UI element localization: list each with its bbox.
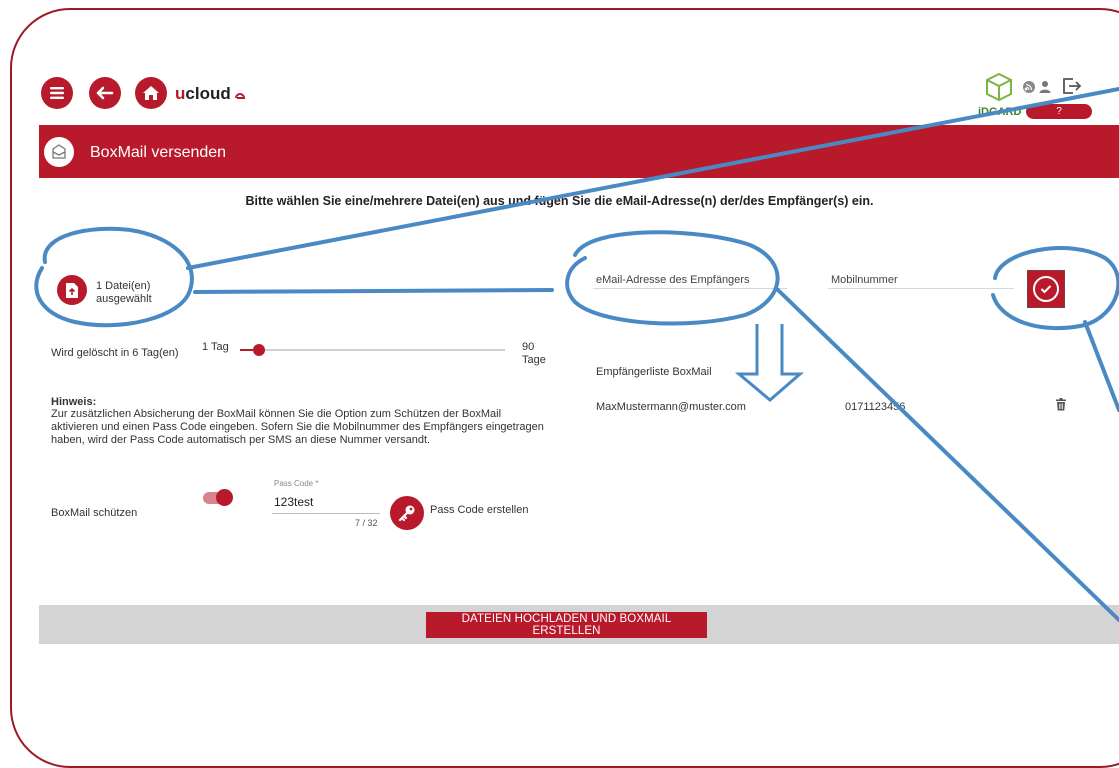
slider-max-value: 90 bbox=[522, 341, 535, 353]
boxmail-icon bbox=[44, 137, 74, 167]
back-button[interactable] bbox=[89, 77, 121, 109]
screenshot-frame bbox=[10, 8, 1119, 768]
idgard-cube-icon bbox=[986, 72, 1012, 102]
hint-line-2: aktivieren und einen Pass Code eingeben.… bbox=[51, 421, 544, 433]
passcode-counter: 7 / 32 bbox=[355, 518, 378, 528]
add-recipient-button[interactable] bbox=[1027, 270, 1065, 308]
upload-file-icon bbox=[66, 282, 78, 298]
mobile-input[interactable]: Mobilnummer bbox=[831, 274, 898, 286]
rss-icon[interactable] bbox=[1022, 80, 1036, 94]
page-title: BoxMail versenden bbox=[90, 144, 227, 161]
key-icon bbox=[398, 505, 415, 522]
slider-min-label: 1 Tag bbox=[202, 341, 229, 353]
passcode-input[interactable]: 123test bbox=[274, 495, 313, 509]
menu-button[interactable] bbox=[41, 77, 73, 109]
ucloud-logo: ucloud bbox=[175, 84, 247, 104]
home-button[interactable] bbox=[135, 77, 167, 109]
upload-status-line2: ausgewählt bbox=[96, 293, 152, 305]
hint-title: Hinweis: bbox=[51, 396, 97, 408]
recipient-list-title: Empfängerliste BoxMail bbox=[596, 366, 712, 378]
passcode-label: Pass Code * bbox=[274, 479, 319, 488]
cloud-logo-icon bbox=[234, 93, 245, 99]
email-input[interactable]: eMail-Adresse des Empfängers bbox=[596, 274, 749, 286]
deletion-slider-track[interactable] bbox=[240, 349, 505, 351]
upload-status-line1: 1 Datei(en) bbox=[96, 280, 151, 292]
user-time-badge: ? bbox=[1026, 104, 1092, 119]
create-passcode-button[interactable] bbox=[390, 496, 424, 530]
deletion-slider-thumb[interactable] bbox=[253, 344, 265, 356]
recipient-mobile: 0171123456 bbox=[845, 401, 906, 413]
passcode-underline bbox=[272, 513, 380, 514]
email-underline bbox=[593, 288, 787, 289]
logout-icon[interactable] bbox=[1062, 77, 1082, 95]
hint-line-3: haben, wird der Pass Code automatisch pe… bbox=[51, 434, 431, 446]
check-icon bbox=[1040, 285, 1052, 294]
protect-label: BoxMail schützen bbox=[51, 507, 138, 519]
hint-line-1: Zur zusätzlichen Absicherung der BoxMail… bbox=[51, 408, 502, 420]
back-arrow-icon bbox=[96, 86, 114, 100]
deletion-label: Wird gelöscht in 6 Tag(en) bbox=[51, 347, 179, 359]
protect-toggle-thumb[interactable] bbox=[216, 489, 233, 506]
trash-icon[interactable] bbox=[1055, 398, 1067, 411]
menu-icon bbox=[50, 87, 64, 99]
upload-and-create-button[interactable]: DATEIEN HOCHLADEN UND BOXMAIL ERSTELLEN bbox=[426, 612, 707, 638]
upload-file-button[interactable] bbox=[57, 275, 87, 305]
instruction-text: Bitte wählen Sie eine/mehrere Datei(en) … bbox=[245, 194, 874, 208]
home-icon bbox=[143, 86, 159, 100]
idgard-brand: iDGARD bbox=[978, 106, 1022, 118]
mobile-underline bbox=[828, 288, 1014, 289]
user-icon[interactable] bbox=[1038, 79, 1052, 94]
slider-max-unit: Tage bbox=[522, 354, 546, 366]
recipient-email: MaxMustermann@muster.com bbox=[596, 401, 746, 413]
create-passcode-label[interactable]: Pass Code erstellen bbox=[430, 504, 528, 516]
